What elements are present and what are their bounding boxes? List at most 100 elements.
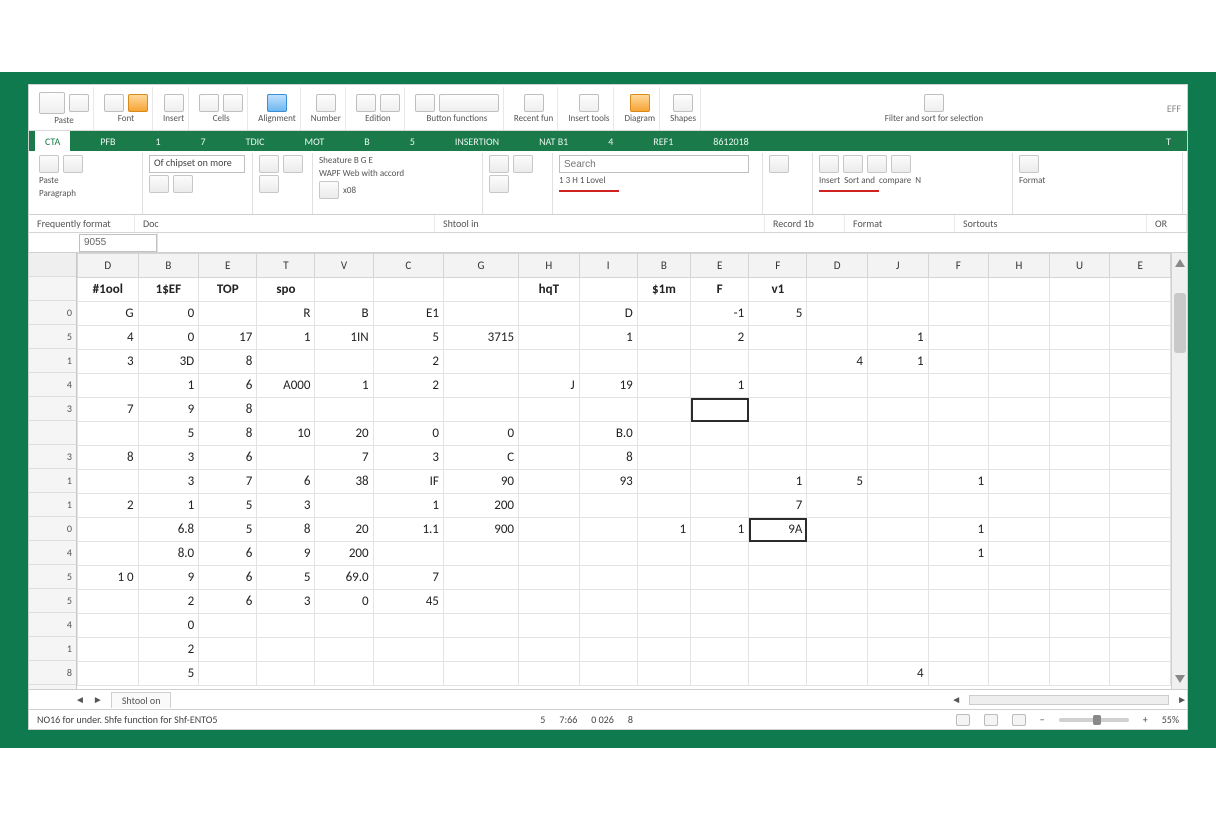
- row-header[interactable]: 1: [29, 469, 76, 493]
- ins-icon[interactable]: [819, 155, 839, 173]
- ribbon-group-diagram[interactable]: Diagram: [620, 87, 660, 130]
- cell[interactable]: 90: [443, 470, 518, 494]
- cell[interactable]: [928, 446, 989, 470]
- cell[interactable]: 1: [138, 374, 199, 398]
- cell[interactable]: [867, 278, 928, 302]
- cell[interactable]: [257, 662, 315, 686]
- col-header[interactable]: V: [315, 254, 373, 278]
- cell[interactable]: 2: [138, 590, 199, 614]
- cell[interactable]: 7: [199, 470, 257, 494]
- cell[interactable]: [637, 566, 690, 590]
- zoom-slider[interactable]: [1059, 718, 1129, 722]
- cell[interactable]: [807, 638, 868, 662]
- cell[interactable]: [867, 422, 928, 446]
- cell[interactable]: 6: [199, 446, 257, 470]
- cell[interactable]: [519, 494, 580, 518]
- eq-icon[interactable]: [769, 155, 789, 173]
- cell[interactable]: [691, 494, 749, 518]
- ribbon-group-insert[interactable]: Insert: [159, 87, 189, 130]
- cell[interactable]: [1110, 662, 1171, 686]
- cell[interactable]: [749, 398, 807, 422]
- cell[interactable]: [807, 326, 868, 350]
- cell[interactable]: [1049, 662, 1110, 686]
- cell[interactable]: 200: [315, 542, 373, 566]
- cell[interactable]: C: [443, 446, 518, 470]
- cell[interactable]: [928, 614, 989, 638]
- view-layout-icon[interactable]: [984, 714, 998, 726]
- cell[interactable]: 8: [199, 350, 257, 374]
- cell[interactable]: [807, 662, 868, 686]
- cell[interactable]: [1049, 278, 1110, 302]
- cell[interactable]: [1110, 422, 1171, 446]
- cell[interactable]: [373, 662, 443, 686]
- cell[interactable]: 0: [138, 326, 199, 350]
- cell[interactable]: 69.0: [315, 566, 373, 590]
- cell[interactable]: [1049, 422, 1110, 446]
- tab-natb1[interactable]: NAT B1: [529, 135, 578, 148]
- cell[interactable]: [579, 590, 637, 614]
- col-header[interactable]: E: [1110, 254, 1171, 278]
- cell[interactable]: [579, 638, 637, 662]
- hscroll-track[interactable]: [969, 695, 1169, 705]
- cell[interactable]: 6: [199, 566, 257, 590]
- cell[interactable]: [867, 590, 928, 614]
- cell[interactable]: v1: [749, 278, 807, 302]
- cell[interactable]: 5: [257, 566, 315, 590]
- cell[interactable]: 3: [373, 446, 443, 470]
- cell[interactable]: [1049, 350, 1110, 374]
- cell[interactable]: [749, 422, 807, 446]
- cell[interactable]: [443, 614, 518, 638]
- sheet-nav-prev[interactable]: ◄: [75, 693, 85, 706]
- cell[interactable]: [989, 302, 1050, 326]
- col-header[interactable]: G: [443, 254, 518, 278]
- cell[interactable]: 3715: [443, 326, 518, 350]
- vertical-scrollbar[interactable]: [1171, 253, 1187, 689]
- ribbon-group-cells[interactable]: Cells: [195, 87, 248, 130]
- sheet-tab[interactable]: Shtool on: [111, 692, 172, 708]
- cell[interactable]: [78, 614, 139, 638]
- cell[interactable]: [1110, 302, 1171, 326]
- cell[interactable]: 8: [78, 446, 139, 470]
- cell[interactable]: [867, 446, 928, 470]
- cell[interactable]: 4: [807, 350, 868, 374]
- cell[interactable]: [257, 398, 315, 422]
- cell[interactable]: [373, 638, 443, 662]
- cell[interactable]: [807, 446, 868, 470]
- cell[interactable]: [749, 446, 807, 470]
- cell[interactable]: 1$EF: [138, 278, 199, 302]
- cell[interactable]: 4: [867, 662, 928, 686]
- cell[interactable]: [807, 422, 868, 446]
- cell[interactable]: hqT: [519, 278, 580, 302]
- ribbon-group-font[interactable]: Font: [100, 87, 153, 130]
- col-header[interactable]: U: [1049, 254, 1110, 278]
- cell[interactable]: 3D: [138, 350, 199, 374]
- cell[interactable]: [373, 542, 443, 566]
- cell[interactable]: [989, 470, 1050, 494]
- ribbon-group-paste[interactable]: Paste: [35, 87, 94, 130]
- row-header[interactable]: 4: [29, 541, 76, 565]
- col-header[interactable]: D: [78, 254, 139, 278]
- cell[interactable]: 8.0: [138, 542, 199, 566]
- cell[interactable]: 1: [138, 494, 199, 518]
- row-header[interactable]: 1: [29, 349, 76, 373]
- cell[interactable]: [749, 614, 807, 638]
- tab-b[interactable]: B: [354, 135, 379, 148]
- cell[interactable]: [315, 662, 373, 686]
- cell[interactable]: [519, 326, 580, 350]
- ribbon-group-recent[interactable]: Recent fun: [510, 87, 558, 130]
- col-header[interactable]: H: [519, 254, 580, 278]
- cell[interactable]: [989, 494, 1050, 518]
- cell[interactable]: 20: [315, 422, 373, 446]
- cell[interactable]: [519, 518, 580, 542]
- cell[interactable]: [519, 302, 580, 326]
- col-header[interactable]: J: [867, 254, 928, 278]
- cell[interactable]: [867, 374, 928, 398]
- cell[interactable]: B: [315, 302, 373, 326]
- cell[interactable]: [691, 590, 749, 614]
- cell[interactable]: [637, 470, 690, 494]
- cell[interactable]: 5: [138, 422, 199, 446]
- col-header[interactable]: I: [579, 254, 637, 278]
- cell[interactable]: [199, 662, 257, 686]
- cell[interactable]: [637, 422, 690, 446]
- m3-icon[interactable]: [259, 175, 279, 193]
